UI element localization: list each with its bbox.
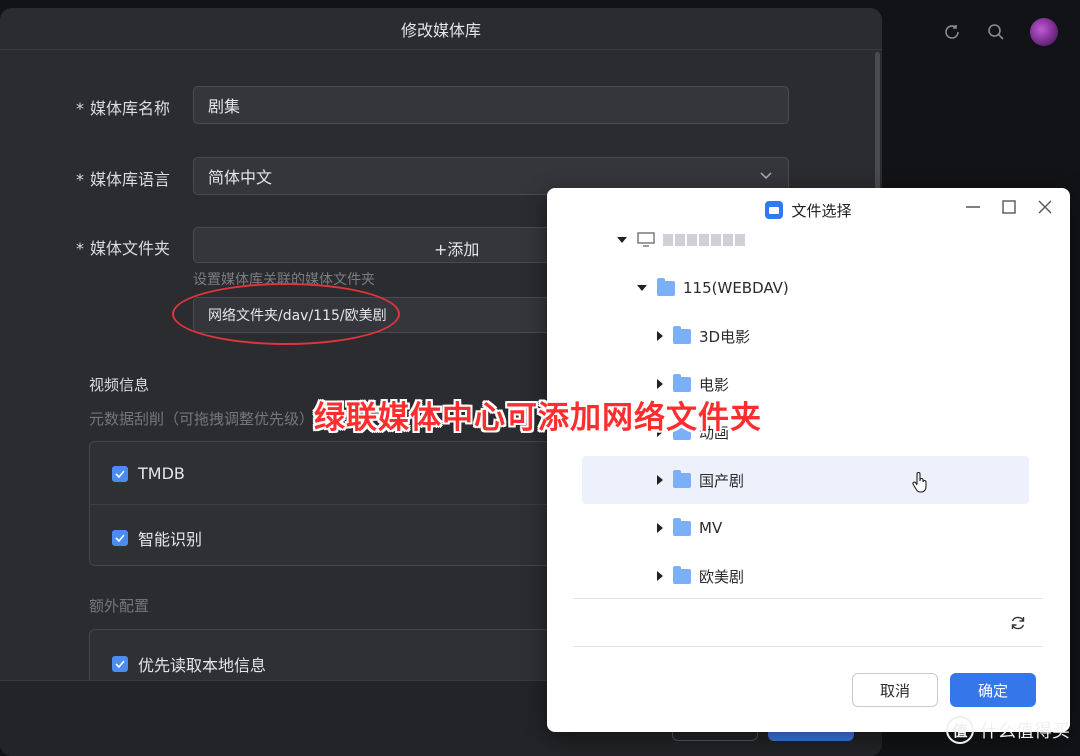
- tree-folder-label: 欧美剧: [699, 567, 745, 586]
- search-icon[interactable]: [986, 22, 1006, 42]
- tree-folder-label: 3D电影: [699, 327, 751, 346]
- video-info-title: 视频信息: [89, 376, 150, 394]
- folder-label-row: * 媒体文件夹: [76, 235, 170, 259]
- collapse-caret-icon[interactable]: [657, 475, 663, 485]
- collapse-caret-icon[interactable]: [657, 523, 663, 533]
- collapse-caret-icon[interactable]: [657, 331, 663, 341]
- window-controls: [966, 200, 1052, 214]
- close-icon[interactable]: [1038, 200, 1052, 214]
- divider: [573, 646, 1043, 647]
- confirm-button[interactable]: 确定: [950, 673, 1036, 707]
- name-input-value: 剧集: [208, 97, 241, 116]
- tree-folder-row-hovered[interactable]: 国产剧: [582, 456, 1029, 504]
- extra-item-label: 优先读取本地信息: [138, 656, 267, 675]
- folder-icon: [673, 373, 691, 392]
- language-label-row: * 媒体库语言: [76, 166, 170, 190]
- folder-icon: [673, 565, 691, 584]
- hand-cursor-icon: [912, 472, 927, 493]
- divider: [573, 598, 1043, 599]
- checkbox[interactable]: [112, 530, 128, 546]
- collapse-caret-icon[interactable]: [657, 379, 663, 389]
- refresh-icon[interactable]: [942, 22, 962, 42]
- folder-app-icon: [765, 201, 784, 219]
- cancel-button[interactable]: 取消: [852, 673, 938, 707]
- tree-folder-label: MV: [699, 519, 723, 537]
- folder-icon: [657, 277, 675, 296]
- folder-icon: [673, 469, 691, 488]
- collapse-caret-icon[interactable]: [657, 571, 663, 581]
- checkbox[interactable]: [112, 656, 128, 672]
- annotation-caption: 绿联媒体中心可添加网络文件夹: [314, 400, 762, 436]
- folder-icon: [673, 517, 691, 536]
- avatar[interactable]: [1030, 18, 1058, 46]
- language-select-value: 简体中文: [208, 168, 273, 187]
- picker-title: 文件选择: [791, 201, 852, 220]
- tree-folder-row[interactable]: 3D电影: [547, 312, 750, 360]
- add-folder-label: +添加: [434, 240, 480, 259]
- required-mark: *: [76, 99, 84, 118]
- extra-config-title: 额外配置: [89, 597, 150, 615]
- scraper-item-smart[interactable]: 智能识别: [112, 526, 202, 550]
- tree-folder-row[interactable]: 欧美剧: [547, 552, 744, 600]
- maximize-icon[interactable]: [1002, 200, 1016, 214]
- watermark: 值 什么值得买: [946, 716, 1070, 744]
- file-picker-dialog: 文件选择 115(WEBDAV) 3D电影 电影 动画 国产剧 MV 欧美剧 取…: [547, 188, 1070, 732]
- extra-item-local[interactable]: 优先读取本地信息: [112, 652, 266, 676]
- checkbox[interactable]: [112, 465, 128, 482]
- watermark-text: 什么值得买: [980, 721, 1070, 742]
- video-info-subtitle: 元数据刮削（可拖拽调整优先级）: [89, 410, 315, 428]
- name-input[interactable]: 剧集: [193, 86, 789, 124]
- highlight-ellipse: [172, 283, 400, 345]
- refresh-icon[interactable]: [1010, 615, 1026, 631]
- folder-icon: [673, 325, 691, 344]
- tree-root-label: 115(WEBDAV): [683, 279, 789, 297]
- chevron-down-icon: [760, 172, 772, 180]
- masked-device-name: [663, 234, 745, 246]
- tree-root-row[interactable]: 115(WEBDAV): [547, 264, 789, 312]
- required-mark: *: [76, 239, 84, 258]
- computer-icon: [637, 232, 655, 247]
- tree-folder-label: 国产剧: [699, 471, 745, 490]
- tree-device-row[interactable]: [547, 216, 745, 264]
- scraper-item-label: TMDB: [138, 464, 185, 483]
- expand-caret-icon[interactable]: [617, 237, 627, 243]
- watermark-badge: 值: [946, 716, 974, 744]
- name-label: 媒体库名称: [90, 99, 171, 118]
- language-label: 媒体库语言: [90, 170, 171, 189]
- folder-label: 媒体文件夹: [90, 239, 171, 258]
- required-mark: *: [76, 170, 84, 189]
- dialog-title: 修改媒体库: [0, 8, 882, 50]
- expand-caret-icon[interactable]: [637, 285, 647, 291]
- tree-folder-row[interactable]: MV: [547, 504, 722, 552]
- scraper-item-tmdb[interactable]: TMDB: [112, 464, 185, 483]
- top-toolbar: [942, 18, 1058, 46]
- name-label-row: * 媒体库名称: [76, 95, 170, 119]
- scraper-item-label: 智能识别: [138, 530, 203, 549]
- minimize-icon[interactable]: [966, 200, 980, 214]
